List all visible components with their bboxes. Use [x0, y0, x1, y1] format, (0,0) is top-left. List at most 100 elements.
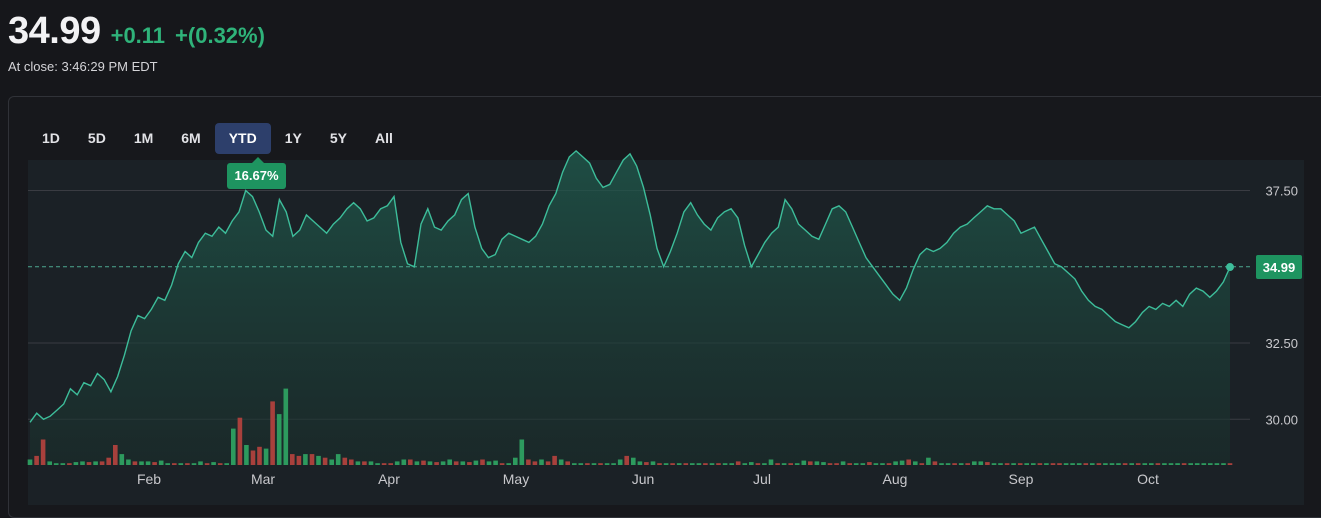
range-tab-5d[interactable]: 5D — [74, 123, 120, 154]
volume-bar — [650, 461, 656, 465]
volume-bar — [1135, 463, 1141, 465]
volume-bar — [224, 463, 229, 465]
volume-bar — [237, 417, 243, 465]
y-tick-label: 32.50 — [1265, 336, 1298, 351]
volume-bar — [1044, 463, 1049, 465]
volume-bar — [1116, 463, 1121, 465]
volume-bar — [493, 460, 498, 465]
volume-bar — [329, 459, 334, 465]
volume-bar — [158, 460, 164, 465]
volume-bar — [827, 463, 833, 465]
volume-bar — [558, 459, 564, 465]
volume-bar — [840, 461, 846, 465]
volume-bar — [67, 463, 72, 465]
volume-bar — [1162, 463, 1167, 465]
volume-bar — [742, 463, 748, 465]
volume-bar — [86, 462, 92, 465]
range-tab-1y[interactable]: 1Y — [271, 123, 316, 154]
volume-bar — [1168, 463, 1174, 465]
volume-bar — [368, 461, 374, 465]
volume-bar — [1037, 463, 1043, 465]
volume-bar — [1155, 463, 1161, 465]
range-tab-all[interactable]: All — [361, 123, 407, 154]
range-tab-6m[interactable]: 6M — [167, 123, 214, 154]
price-chart[interactable]: 30.00 32.50 37.50 Feb Mar Apr May Jun Jul Aug Sep… — [0, 0, 1321, 509]
range-tab-1d[interactable]: 1D — [28, 123, 74, 154]
volume-bar — [349, 459, 354, 465]
volume-bar — [47, 461, 52, 465]
volume-bar — [309, 454, 315, 465]
volume-bar — [178, 463, 184, 465]
y-tick-label: 30.00 — [1265, 412, 1298, 427]
volume-bar — [440, 461, 446, 465]
volume-bar — [972, 461, 977, 465]
volume-bar — [867, 462, 872, 465]
volume-bar — [932, 461, 938, 465]
volume-bar — [853, 463, 859, 465]
volume-bar — [545, 461, 551, 465]
volume-bar — [860, 463, 866, 465]
volume-bar — [191, 463, 197, 465]
volume-bar — [768, 459, 774, 465]
volume-bar — [716, 463, 721, 465]
volume-bar — [880, 463, 885, 465]
volume-bar — [696, 463, 702, 465]
volume-bar — [283, 388, 289, 465]
volume-bar — [703, 463, 708, 465]
volume-bar — [270, 401, 275, 465]
volume-bar — [585, 463, 590, 465]
range-tab-5y[interactable]: 5Y — [316, 123, 361, 154]
volume-bar — [244, 445, 249, 465]
volume-bar — [1194, 463, 1200, 465]
volume-bar — [388, 463, 393, 465]
volume-bar — [139, 461, 144, 465]
volume-bar — [539, 459, 544, 465]
volume-bar — [152, 462, 157, 465]
last-price-badge: 34.99 — [1256, 255, 1302, 280]
volume-bar — [735, 461, 741, 465]
volume-bar — [899, 460, 905, 465]
volume-bar — [821, 462, 826, 465]
volume-bar — [690, 463, 695, 465]
volume-bar — [1214, 463, 1220, 465]
volume-bar — [427, 461, 433, 465]
volume-bar — [34, 455, 39, 465]
volume-bar — [1103, 463, 1108, 465]
volume-bar — [749, 462, 754, 465]
last-price-badge-text: 34.99 — [1263, 260, 1296, 275]
volume-bar — [93, 461, 98, 465]
range-return-badge: 16.67% — [227, 157, 286, 189]
volume-bar — [532, 461, 538, 465]
volume-bar — [965, 463, 970, 465]
volume-bar — [991, 463, 997, 465]
volume-bar — [814, 461, 820, 465]
volume-bar — [290, 454, 295, 465]
volume-bar — [296, 455, 302, 465]
volume-bar — [408, 459, 413, 465]
volume-bar — [27, 459, 33, 465]
volume-bar — [1070, 463, 1075, 465]
volume-bar — [565, 461, 570, 465]
volume-bar — [657, 463, 662, 465]
volume-bar — [1031, 463, 1036, 465]
volume-bar — [1221, 463, 1226, 465]
volume-bar — [355, 461, 361, 465]
volume-bar — [80, 461, 85, 465]
volume-bar — [99, 461, 105, 465]
volume-bar — [113, 445, 118, 465]
range-tab-ytd[interactable]: YTD — [214, 123, 271, 154]
y-tick-label: 37.50 — [1265, 184, 1298, 199]
volume-bar — [926, 457, 931, 465]
volume-bar — [185, 463, 190, 465]
volume-bar — [886, 463, 892, 465]
x-tick-label: May — [503, 471, 529, 487]
volume-bar — [486, 461, 492, 465]
volume-bar — [1122, 463, 1128, 465]
range-tab-1m[interactable]: 1M — [120, 123, 167, 154]
volume-bar — [421, 460, 426, 465]
last-price-dot — [1226, 263, 1234, 272]
volume-bar — [755, 463, 761, 465]
volume-bar — [53, 463, 59, 465]
volume-bar — [591, 463, 597, 465]
volume-bar — [506, 463, 511, 465]
